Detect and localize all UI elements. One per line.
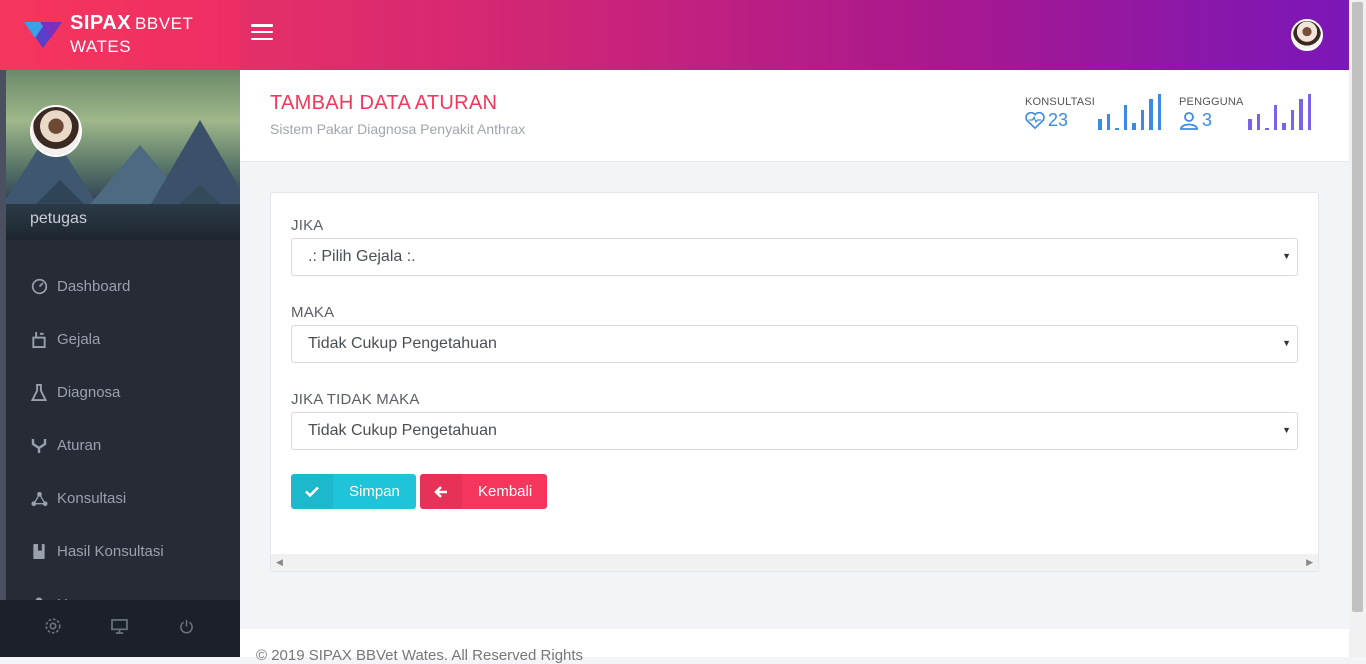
stat-pengguna-value: 3 (1179, 110, 1244, 131)
sparkline-bar (1307, 94, 1311, 130)
top-navbar: SIPAX BBVET WATES (0, 0, 1349, 70)
heart-icon (1025, 112, 1045, 129)
horizontal-scrollbar[interactable]: ◀ ▶ (271, 554, 1318, 571)
sparkline-bar (1098, 119, 1102, 130)
stat-konsultasi-label: KONSULTASI (1025, 96, 1096, 108)
maka-label: MAKA (291, 304, 335, 321)
sidebar-item-hasil-konsultasi[interactable]: Hasil Konsultasi (0, 525, 240, 578)
sparkline-bar (1149, 99, 1153, 130)
sidebar-item-label: Konsultasi (57, 490, 127, 507)
jika-label: JIKA (291, 217, 324, 234)
stat-konsultasi-value: 23 (1025, 110, 1095, 131)
jika-tidak-label: JIKA TIDAK MAKA (291, 391, 420, 408)
brand-text: SIPAX BBVET WATES (70, 12, 240, 58)
sparkline-bar (1106, 113, 1110, 130)
stat-konsultasi-sparkline (1098, 94, 1161, 130)
book-icon (30, 543, 48, 561)
sidebar-item-label: Aturan (57, 437, 102, 454)
page-subtitle: Sistem Pakar Diagnosa Penyakit Anthrax (270, 121, 526, 137)
sparkline-bar (1273, 104, 1277, 130)
power-icon[interactable] (177, 619, 197, 639)
stat-pengguna-sparkline (1248, 94, 1311, 130)
profile-avatar[interactable] (30, 105, 82, 157)
sparkline-bar (1265, 128, 1269, 130)
sparkline-bar (1256, 113, 1260, 130)
chevron-down-icon: ▼ (1282, 251, 1291, 261)
settings-icon[interactable] (43, 617, 63, 640)
sidebar-item-diagnosa[interactable]: Diagnosa (0, 366, 240, 419)
arrow-left-icon (420, 474, 462, 509)
sidebar-item-konsultasi[interactable]: Konsultasi (0, 472, 240, 525)
stat-pengguna: PENGGUNA 3 (1179, 96, 1244, 136)
page-title: TAMBAH DATA ATURAN (270, 92, 498, 114)
vertical-scrollbar[interactable] (1349, 0, 1366, 657)
back-button[interactable]: Kembali (420, 474, 547, 509)
rule-form-card: JIKA .: Pilih Gejala :. ▼ MAKA Tidak Cuk… (270, 192, 1319, 572)
flask-icon (30, 384, 48, 402)
sparkline-bar (1115, 128, 1119, 130)
sidebar-nav: Dashboard Gejala Diagnosa Aturan Konsult… (0, 240, 240, 631)
dashboard-icon (30, 278, 48, 296)
sparkline-bar (1140, 110, 1144, 130)
brand-logo[interactable]: SIPAX BBVET WATES (0, 0, 240, 70)
save-button-label: Simpan (349, 483, 400, 500)
save-button[interactable]: Simpan (291, 474, 416, 509)
chevron-down-icon: ▼ (1282, 425, 1291, 435)
scroll-left-icon[interactable]: ◀ (276, 557, 283, 568)
sidebar-item-aturan[interactable]: Aturan (0, 419, 240, 472)
check-icon (291, 474, 333, 509)
sidebar-item-gejala[interactable]: Gejala (0, 313, 240, 366)
sidebar-profile: petugas (0, 70, 240, 240)
maka-select-value: Tidak Cukup Pengetahuan (308, 335, 497, 352)
fork-icon (30, 437, 48, 455)
sidebar-item-label: Hasil Konsultasi (57, 543, 164, 560)
sidebar-item-label: Gejala (57, 331, 101, 348)
stat-pengguna-number: 3 (1202, 110, 1213, 130)
back-button-label: Kembali (478, 483, 533, 500)
sparkline-bar (1282, 122, 1286, 130)
sidebar-item-dashboard[interactable]: Dashboard (0, 260, 240, 313)
sidebar-scrollbar[interactable] (0, 70, 6, 600)
monitor-icon[interactable] (110, 618, 130, 639)
sparkline-bar (1290, 110, 1294, 130)
sidebar-footer (0, 600, 240, 657)
brand-name-bold: SIPAX (70, 12, 132, 34)
jika-select-value: .: Pilih Gejala :. (308, 248, 416, 265)
sidebar-item-label: Dashboard (57, 278, 131, 295)
network-icon (30, 490, 48, 508)
page-header: TAMBAH DATA ATURAN Sistem Pakar Diagnosa… (240, 70, 1349, 162)
jika-tidak-select[interactable]: Tidak Cukup Pengetahuan ▼ (291, 412, 1298, 450)
chevron-down-icon: ▼ (1282, 338, 1291, 348)
user-outline-icon (1180, 111, 1198, 130)
sparkline-bar (1132, 122, 1136, 130)
profile-username: petugas (30, 210, 87, 227)
stat-pengguna-label: PENGGUNA (1179, 96, 1244, 108)
scroll-right-icon[interactable]: ▶ (1306, 557, 1313, 568)
sparkline-bar (1123, 104, 1127, 130)
sparkline-bar (1248, 119, 1252, 130)
scrollbar-thumb[interactable] (1352, 2, 1363, 612)
sidebar-item-label: Diagnosa (57, 384, 121, 401)
logo-mark-icon (24, 20, 62, 50)
sparkline-bar (1157, 94, 1161, 130)
sparkline-bar (1299, 99, 1303, 130)
footer-copyright: © 2019 SIPAX BBVet Wates. All Reserved R… (256, 647, 584, 664)
gejala-icon (30, 331, 48, 349)
page-footer: © 2019 SIPAX BBVet Wates. All Reserved R… (240, 629, 1349, 664)
maka-select[interactable]: Tidak Cukup Pengetahuan ▼ (291, 325, 1298, 363)
stat-konsultasi: KONSULTASI 23 (1025, 96, 1095, 136)
hamburger-menu-icon[interactable] (251, 24, 273, 42)
sidebar: petugas Dashboard Gejala Diagnosa Aturan… (0, 70, 240, 657)
jika-select[interactable]: .: Pilih Gejala :. ▼ (291, 238, 1298, 276)
jika-tidak-select-value: Tidak Cukup Pengetahuan (308, 422, 497, 439)
avatar[interactable] (1291, 19, 1323, 51)
stat-konsultasi-number: 23 (1048, 110, 1069, 130)
